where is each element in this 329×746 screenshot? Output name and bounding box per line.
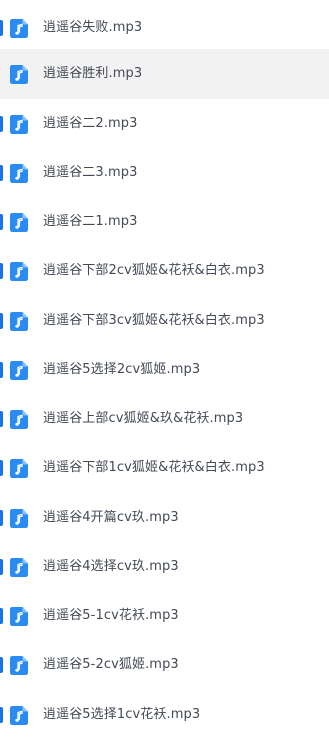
file-row[interactable]: 逍遥谷5-2cv狐姬.mp3 — [0, 640, 329, 690]
file-name: 逍遥谷二2.mp3 — [43, 116, 138, 131]
file-name: 逍遥谷下部2cv狐姬&花袄&白衣.mp3 — [43, 263, 265, 278]
file-row[interactable]: 逍遥谷二1.mp3 — [0, 197, 329, 247]
file-row[interactable]: 逍遥谷4开篇cv玖.mp3 — [0, 493, 329, 543]
file-name: 逍遥谷下部1cv狐姬&花袄&白衣.mp3 — [43, 460, 265, 475]
audio-file-icon — [10, 459, 28, 478]
file-row-selected[interactable]: 逍遥谷胜利.mp3 — [0, 49, 329, 99]
row-edge-indicator — [0, 460, 3, 476]
file-row[interactable]: 逍遥谷5选择2cv狐姬.mp3 — [0, 345, 329, 395]
file-row[interactable]: 逍遥谷4选择cv玖.mp3 — [0, 542, 329, 592]
file-row[interactable]: 逍遥谷5-1cv花袄.mp3 — [0, 591, 329, 641]
audio-file-icon — [10, 213, 28, 232]
file-name: 逍遥谷胜利.mp3 — [43, 66, 143, 81]
audio-file-icon — [10, 607, 28, 626]
row-edge-indicator — [0, 510, 3, 526]
audio-file-icon — [10, 115, 28, 134]
file-name: 逍遥谷5选择2cv狐姬.mp3 — [43, 362, 201, 377]
file-row[interactable]: 逍遥谷二2.mp3 — [0, 99, 329, 149]
file-name: 逍遥谷4开篇cv玖.mp3 — [43, 510, 179, 525]
file-name: 逍遥谷二1.mp3 — [43, 214, 138, 229]
row-edge-indicator — [0, 116, 3, 132]
audio-file-icon — [10, 706, 28, 725]
row-edge-indicator — [0, 657, 3, 673]
row-edge-indicator — [0, 362, 3, 378]
file-row[interactable]: 逍遥谷失败.mp3 — [0, 3, 329, 53]
file-name: 逍遥谷5-1cv花袄.mp3 — [43, 608, 179, 623]
row-edge-indicator — [0, 559, 3, 575]
file-row[interactable]: 逍遥谷下部3cv狐姬&花袄&白衣.mp3 — [0, 296, 329, 346]
audio-file-icon — [10, 65, 28, 84]
audio-file-icon — [10, 558, 28, 577]
audio-file-icon — [10, 361, 28, 380]
row-edge-indicator — [0, 411, 3, 427]
row-edge-indicator — [0, 20, 3, 36]
file-name: 逍遥谷上部cv狐姬&玖&花袄.mp3 — [43, 411, 244, 426]
file-row[interactable]: 逍遥谷下部1cv狐姬&花袄&白衣.mp3 — [0, 443, 329, 493]
file-name: 逍遥谷下部3cv狐姬&花袄&白衣.mp3 — [43, 313, 265, 328]
audio-file-icon — [10, 19, 28, 38]
file-list: 逍遥谷失败.mp3 逍遥谷胜利.mp3 逍遥谷二2.mp3 逍遥谷二3.mp3 … — [0, 0, 329, 746]
file-name: 逍遥谷5-2cv狐姬.mp3 — [43, 657, 179, 672]
file-name: 逍遥谷5选择1cv花袄.mp3 — [43, 707, 201, 722]
row-edge-indicator — [0, 707, 3, 723]
file-row[interactable]: 逍遥谷上部cv狐姬&玖&花袄.mp3 — [0, 394, 329, 444]
file-name: 逍遥谷失败.mp3 — [43, 20, 143, 35]
row-edge-indicator — [0, 214, 3, 230]
audio-file-icon — [10, 509, 28, 528]
file-row[interactable]: 逍遥谷5选择1cv花袄.mp3 — [0, 690, 329, 740]
audio-file-icon — [10, 410, 28, 429]
audio-file-icon — [10, 262, 28, 281]
row-edge-indicator — [0, 313, 3, 329]
row-edge-indicator — [0, 263, 3, 279]
row-edge-indicator — [0, 165, 3, 181]
audio-file-icon — [10, 164, 28, 183]
audio-file-icon — [10, 656, 28, 675]
row-edge-indicator — [0, 608, 3, 624]
file-name: 逍遥谷4选择cv玖.mp3 — [43, 559, 179, 574]
file-row[interactable]: 逍遥谷下部2cv狐姬&花袄&白衣.mp3 — [0, 246, 329, 296]
audio-file-icon — [10, 312, 28, 331]
file-name: 逍遥谷二3.mp3 — [43, 165, 138, 180]
file-row[interactable]: 逍遥谷二3.mp3 — [0, 148, 329, 198]
